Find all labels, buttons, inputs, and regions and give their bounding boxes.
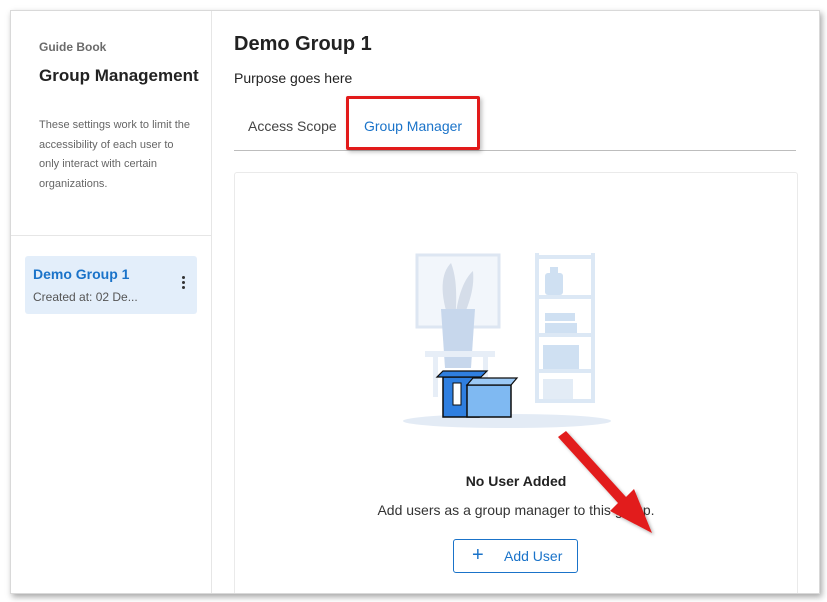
highlight-annotation-box — [346, 96, 480, 150]
page-title: Demo Group 1 — [234, 33, 372, 55]
group-list-item[interactable]: Demo Group 1 Created at: 02 De... — [25, 256, 197, 314]
empty-box-illustration — [403, 253, 611, 428]
tab-bar: Access Scope Group Manager — [234, 96, 796, 151]
group-created-at: Created at: 02 De... — [33, 290, 138, 304]
add-user-button[interactable]: + Add User — [453, 539, 578, 573]
empty-state-card: No User Added Add users as a group manag… — [234, 172, 798, 593]
section-title: Group Management — [39, 66, 199, 85]
section-description: These settings work to limit the accessi… — [39, 119, 191, 190]
group-name: Demo Group 1 — [33, 266, 130, 282]
app-window: Guide Book Group Management These settin… — [10, 10, 820, 594]
empty-state-title: No User Added — [465, 473, 567, 489]
sidebar-header: Guide Book Group Management These settin… — [11, 11, 211, 236]
sidebar: Guide Book Group Management These settin… — [11, 11, 212, 593]
group-purpose: Purpose goes here — [234, 70, 353, 86]
add-user-label: Add User — [504, 548, 563, 564]
empty-state-description: Add users as a group manager to this gro… — [377, 502, 655, 518]
tab-access-scope[interactable]: Access Scope — [248, 118, 337, 134]
more-options-icon[interactable] — [177, 276, 189, 294]
main-content: Demo Group 1 Purpose goes here Access Sc… — [212, 11, 819, 593]
breadcrumb[interactable]: Guide Book — [39, 40, 106, 54]
plus-icon: + — [472, 544, 484, 566]
